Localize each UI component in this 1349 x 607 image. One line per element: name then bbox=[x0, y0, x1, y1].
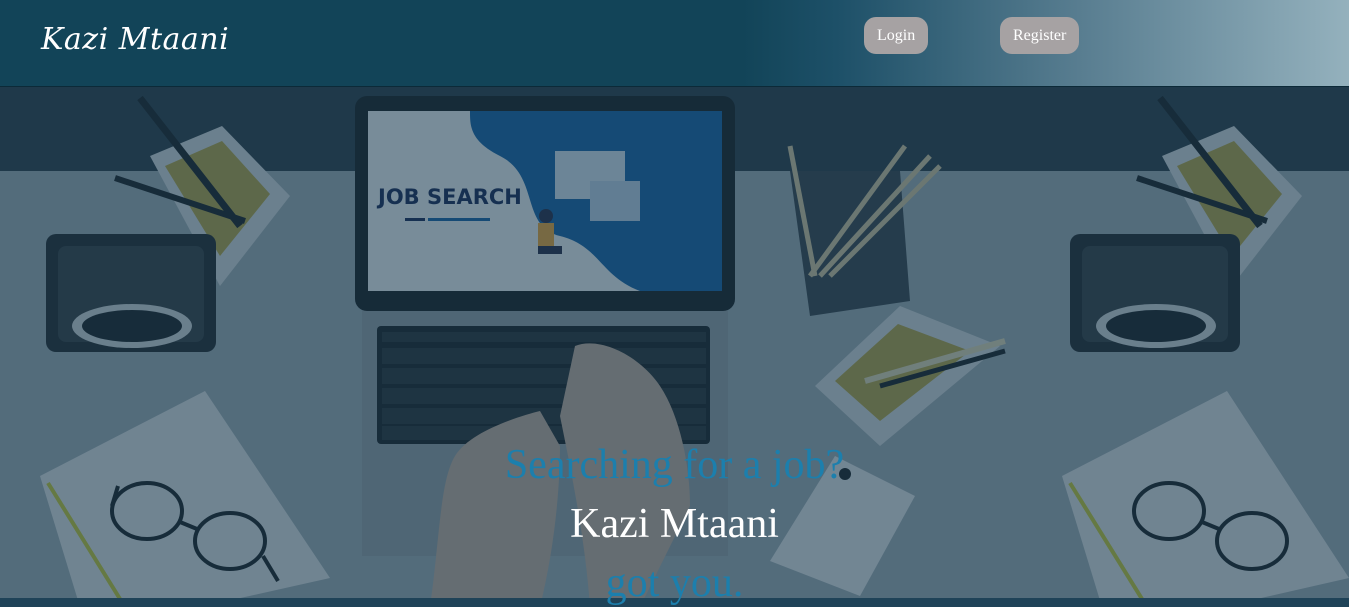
login-button[interactable]: Login bbox=[864, 17, 929, 54]
tagline-question: Searching for a job? bbox=[504, 442, 845, 488]
tagline-answer: got you. bbox=[605, 560, 744, 606]
top-navbar: Kazi Mtaani Login Register bbox=[0, 0, 1349, 87]
desk-clock bbox=[46, 234, 216, 352]
hero-section: JOB SEARCH Searching for a job? Kazi Mta… bbox=[0, 86, 1349, 607]
tagline-brand: Kazi Mtaani bbox=[570, 501, 779, 547]
register-button[interactable]: Register bbox=[1000, 17, 1080, 54]
site-logo[interactable]: Kazi Mtaani bbox=[41, 22, 229, 57]
landing-page: Kazi Mtaani Login Register JOB SEARCH Se… bbox=[0, 0, 1349, 607]
screen-heading: JOB SEARCH bbox=[376, 185, 522, 209]
